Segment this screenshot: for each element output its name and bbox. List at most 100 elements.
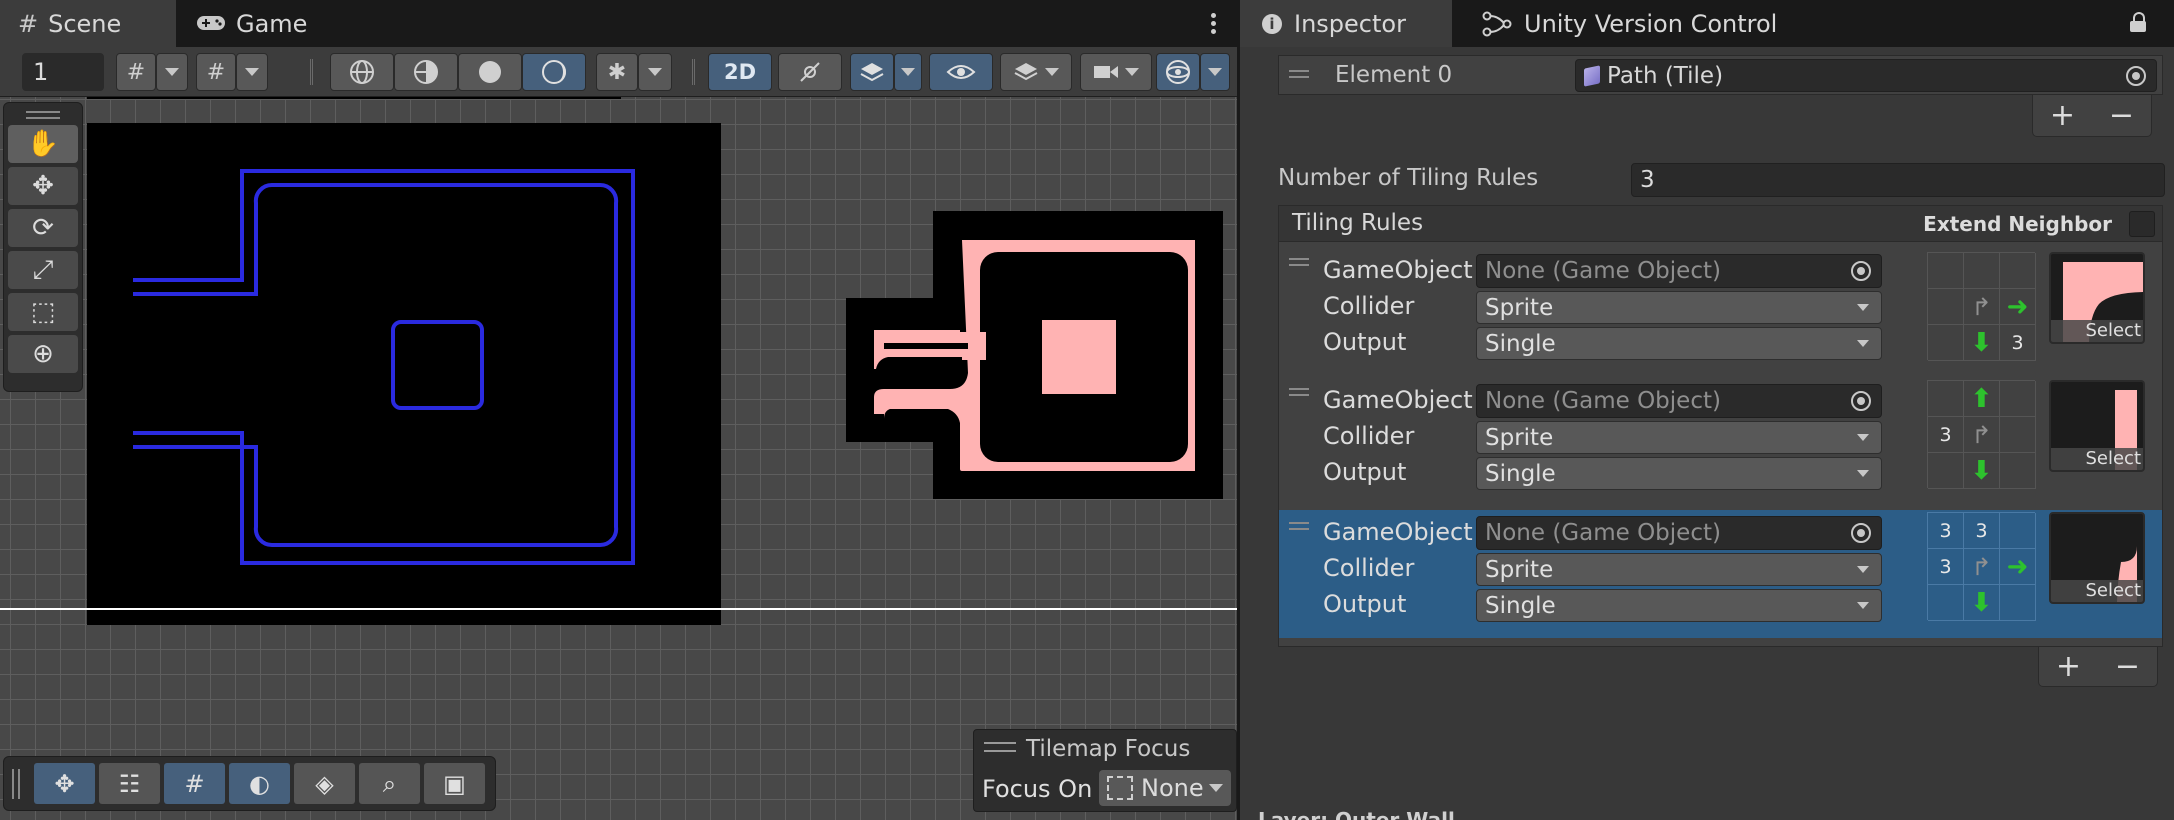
neighbor-cell[interactable] [2000, 253, 2036, 289]
tiling-rule-3[interactable]: GameObject Collider Output None (Game Ob… [1279, 510, 2162, 638]
drag-handle-icon[interactable] [1289, 70, 1309, 78]
tab-game[interactable]: Game [176, 0, 326, 47]
neighbor-cell[interactable] [1964, 253, 2000, 289]
focus-on-dropdown[interactable]: None [1099, 770, 1231, 806]
layers-button[interactable] [1000, 53, 1072, 91]
neighbor-cell[interactable]: 3 [1928, 549, 1964, 585]
debug-draw-button[interactable]: ✱ [596, 53, 638, 91]
game-object-field[interactable]: None (Game Object) [1476, 254, 1882, 288]
grid-snap-button[interactable]: # [116, 53, 156, 91]
tiling-rules-count-field[interactable]: 3 [1631, 163, 2165, 197]
drag-handle-icon[interactable] [984, 742, 1016, 752]
scene-visibility-button[interactable] [929, 53, 993, 91]
rule-sprite-preview[interactable]: Select [2049, 252, 2145, 344]
more-options-icon[interactable] [1211, 10, 1219, 37]
neighbor-cell-center[interactable]: ↱ [1964, 289, 2000, 325]
collider-dropdown[interactable]: Sprite [1476, 291, 1882, 324]
game-object-field[interactable]: None (Game Object) [1476, 516, 1882, 550]
neighbor-cell[interactable] [2000, 417, 2036, 453]
neighbor-cell[interactable] [1928, 585, 1964, 621]
shaded-wireframe-button[interactable] [394, 53, 458, 91]
collider-dropdown[interactable]: Sprite [1476, 421, 1882, 454]
tab-version-control[interactable]: Unity Version Control [1460, 0, 1840, 47]
element-0-field[interactable]: Path (Tile) [1575, 59, 2157, 92]
drag-handle-icon[interactable] [1289, 388, 1309, 396]
overlay-move-button[interactable]: ✥ [34, 763, 95, 804]
lock-icon[interactable] [2130, 12, 2146, 32]
effects-button[interactable] [850, 53, 894, 91]
output-dropdown[interactable]: Single [1476, 457, 1882, 490]
extend-neighbor-checkbox[interactable] [2129, 211, 2155, 237]
output-dropdown[interactable]: Single [1476, 589, 1882, 622]
lighting-toggle-button[interactable] [778, 53, 842, 91]
neighbor-cell[interactable]: 3 [1928, 513, 1964, 549]
drag-handle-icon[interactable] [26, 111, 60, 119]
search-button[interactable]: ⌕ [359, 763, 420, 804]
tab-inspector[interactable]: i Inspector [1240, 0, 1452, 47]
sprite-select-button[interactable]: Select [2051, 320, 2143, 342]
neighbor-cell-center[interactable]: ↱ [1964, 549, 2000, 585]
remove-element-button[interactable]: − [2109, 98, 2134, 133]
camera-overlay-button[interactable]: ▣ [424, 763, 485, 804]
tile-palette-button[interactable]: ☷ [99, 763, 160, 804]
neighbor-cell[interactable] [2000, 585, 2036, 621]
rotate-tool-button[interactable]: ⟳ [8, 209, 78, 247]
neighbor-cell[interactable] [1928, 253, 1964, 289]
grid-snap-dropdown[interactable] [156, 53, 188, 91]
scale-tool-button[interactable]: ⤢ [8, 251, 78, 289]
object-picker-icon[interactable] [1851, 261, 1871, 281]
object-picker-icon[interactable] [1851, 523, 1871, 543]
drag-handle-icon[interactable] [12, 769, 20, 799]
neighbor-cell[interactable] [2000, 381, 2036, 417]
neighbor-cell[interactable]: ⬇ [1964, 325, 2000, 361]
neighbor-cell[interactable]: 3 [2000, 325, 2036, 361]
neighbor-cell[interactable]: ⬇ [1964, 453, 2000, 489]
layers-overlay-button[interactable]: ◈ [294, 763, 355, 804]
neighbor-cell[interactable] [1928, 325, 1964, 361]
tiling-rule-2[interactable]: GameObject Collider Output None (Game Ob… [1279, 376, 2162, 504]
neighbor-cell[interactable]: 3 [1964, 513, 2000, 549]
remove-rule-button[interactable]: − [2115, 649, 2140, 684]
transform-tool-button[interactable]: ⊕ [8, 335, 78, 373]
neighbor-cell[interactable]: ⬇ [1964, 585, 2000, 621]
neighbor-cell[interactable] [1928, 381, 1964, 417]
object-picker-icon[interactable] [2126, 65, 2146, 86]
game-object-field[interactable]: None (Game Object) [1476, 384, 1882, 418]
neighbor-cell[interactable] [1928, 453, 1964, 489]
snap-dropdown[interactable] [236, 53, 268, 91]
sprite-select-button[interactable]: Select [2051, 448, 2143, 470]
drag-handle-icon[interactable] [1289, 258, 1309, 266]
scene-viewport[interactable]: ✋ ✥ ⟳ ⤢ ⬚ ⊕ ✥ ☷ # ◐ ◈ ⌕ ▣ Tilemap Focus [0, 97, 1237, 820]
gizmos-button[interactable] [1156, 53, 1200, 91]
drag-handle-icon[interactable] [1289, 522, 1309, 530]
debug-draw-dropdown[interactable] [638, 53, 672, 91]
shaded-button[interactable] [458, 53, 522, 91]
snap-increment-button[interactable]: # [196, 53, 236, 91]
grid-toggle-button[interactable]: # [164, 763, 225, 804]
neighbor-cell[interactable]: ➜ [2000, 289, 2036, 325]
shading-button[interactable]: ◐ [229, 763, 290, 804]
move-tool-button[interactable]: ✥ [8, 167, 78, 205]
effects-dropdown[interactable] [894, 53, 922, 91]
add-rule-button[interactable]: + [2056, 649, 2081, 684]
neighbor-cell-center[interactable]: ↱ [1964, 417, 2000, 453]
neighbor-cell[interactable]: ⬆ [1964, 381, 2000, 417]
rule-sprite-preview[interactable]: Select [2049, 512, 2145, 604]
neighbor-cell[interactable] [2000, 513, 2036, 549]
rule-sprite-preview[interactable]: Select [2049, 380, 2145, 472]
tiling-rule-1[interactable]: GameObject Collider Output None (Game Ob… [1279, 244, 2162, 372]
gizmos-dropdown[interactable] [1200, 53, 1230, 91]
rect-tool-button[interactable]: ⬚ [8, 293, 78, 331]
camera-settings-button[interactable] [1080, 53, 1152, 91]
hand-tool-button[interactable]: ✋ [8, 125, 78, 163]
neighbor-cell[interactable]: 3 [1928, 417, 1964, 453]
neighbor-cell[interactable] [1928, 289, 1964, 325]
output-dropdown[interactable]: Single [1476, 327, 1882, 360]
2d-toggle-button[interactable]: 2D [708, 53, 772, 91]
sprite-select-button[interactable]: Select [2051, 580, 2143, 602]
collider-dropdown[interactable]: Sprite [1476, 553, 1882, 586]
neighbor-cell[interactable] [2000, 453, 2036, 489]
neighbor-cell[interactable]: ➜ [2000, 549, 2036, 585]
unlit-button[interactable] [522, 53, 586, 91]
wireframe-button[interactable] [330, 53, 394, 91]
